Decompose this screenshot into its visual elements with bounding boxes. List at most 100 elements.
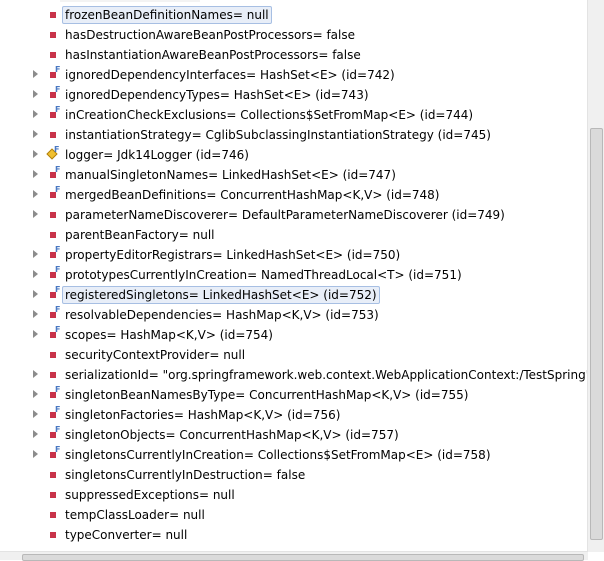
variables-tree[interactable]: frozenBeanDefinitionNames= null hasDestru… bbox=[0, 0, 588, 552]
tree-row[interactable]: FmergedBeanDefinitions= ConcurrentHashMa… bbox=[0, 184, 588, 204]
expand-arrow-icon[interactable] bbox=[33, 250, 38, 258]
variable-label: serializationId= "org.springframework.we… bbox=[65, 368, 588, 382]
tree-row[interactable]: FmanualSingletonNames= LinkedHashSet<E> … bbox=[0, 164, 588, 184]
private-final-field-icon: F bbox=[47, 426, 60, 440]
tree-row[interactable]: hasDestructionAwareBeanPostProcessors= f… bbox=[0, 24, 588, 44]
expand-arrow-icon[interactable] bbox=[33, 90, 38, 98]
variable-label: prototypesCurrentlyInCreation= NamedThre… bbox=[65, 268, 462, 282]
private-field-icon bbox=[47, 228, 59, 240]
private-final-field-icon: F bbox=[47, 106, 60, 120]
tree-row[interactable]: serializationId= "org.springframework.we… bbox=[0, 364, 588, 384]
private-final-field-icon: F bbox=[47, 406, 60, 420]
private-field-icon bbox=[47, 28, 59, 40]
tree-row[interactable]: FpropertyEditorRegistrars= LinkedHashSet… bbox=[0, 244, 588, 264]
tree-row[interactable]: Fscopes= HashMap<K,V> (id=754) bbox=[0, 324, 588, 344]
variable-label: hasInstantiationAwareBeanPostProcessors=… bbox=[65, 48, 361, 62]
variable-label: securityContextProvider= null bbox=[65, 348, 246, 362]
private-final-field-icon: F bbox=[47, 66, 60, 80]
private-field-icon bbox=[47, 468, 59, 480]
variable-label: propertyEditorRegistrars= LinkedHashSet<… bbox=[65, 248, 401, 262]
tree-row[interactable]: FregisteredSingletons= LinkedHashSet<E> … bbox=[0, 284, 588, 304]
tree-row[interactable]: parameterNameDiscoverer= DefaultParamete… bbox=[0, 204, 588, 224]
variable-label: singletonObjects= ConcurrentHashMap<K,V>… bbox=[65, 428, 399, 442]
horizontal-scrollbar[interactable] bbox=[0, 551, 588, 561]
private-field-icon bbox=[47, 508, 59, 520]
tree-row[interactable]: typeConverter= null bbox=[0, 524, 588, 544]
tree-row[interactable]: instantiationStrategy= CglibSubclassingI… bbox=[0, 124, 588, 144]
expand-arrow-icon[interactable] bbox=[33, 310, 38, 318]
tree-row[interactable]: parentBeanFactory= null bbox=[0, 224, 588, 244]
protected-final-field-icon: F bbox=[46, 146, 59, 160]
private-final-field-icon: F bbox=[47, 446, 60, 460]
variable-label: instantiationStrategy= CglibSubclassingI… bbox=[65, 128, 491, 142]
private-final-field-icon: F bbox=[47, 266, 60, 280]
expand-arrow-icon[interactable] bbox=[33, 150, 38, 158]
variable-label: ignoredDependencyTypes= HashSet<E> (id=7… bbox=[65, 88, 369, 102]
expand-arrow-icon[interactable] bbox=[33, 170, 38, 178]
private-field-icon bbox=[47, 488, 59, 500]
variable-label: singletonsCurrentlyInDestruction= false bbox=[65, 468, 306, 482]
variable-label: inCreationCheckExclusions= Collections$S… bbox=[65, 108, 474, 122]
vertical-scrollbar-thumb[interactable] bbox=[590, 128, 603, 540]
variable-label: singletonsCurrentlyInCreation= Collectio… bbox=[65, 448, 491, 462]
private-final-field-icon: F bbox=[47, 86, 60, 100]
tree-row[interactable]: FresolvableDependencies= HashMap<K,V> (i… bbox=[0, 304, 588, 324]
variable-label: singletonFactories= HashMap<K,V> (id=756… bbox=[65, 408, 341, 422]
expand-arrow-icon[interactable] bbox=[33, 330, 38, 338]
expand-arrow-icon[interactable] bbox=[33, 290, 38, 298]
private-field-icon bbox=[47, 48, 59, 60]
private-field-icon bbox=[47, 368, 59, 380]
variable-label: logger= Jdk14Logger (id=746) bbox=[65, 148, 249, 162]
private-final-field-icon: F bbox=[47, 186, 60, 200]
vertical-scrollbar[interactable] bbox=[587, 0, 604, 552]
tree-row[interactable]: FinCreationCheckExclusions= Collections$… bbox=[0, 104, 588, 124]
private-final-field-icon: F bbox=[47, 386, 60, 400]
tree-row[interactable]: FignoredDependencyTypes= HashSet<E> (id=… bbox=[0, 84, 588, 104]
tree-row[interactable]: suppressedExceptions= null bbox=[0, 484, 588, 504]
variable-label: suppressedExceptions= null bbox=[65, 488, 235, 502]
expand-arrow-icon[interactable] bbox=[33, 370, 38, 378]
tree-row[interactable]: FsingletonFactories= HashMap<K,V> (id=75… bbox=[0, 404, 588, 424]
variable-label: frozenBeanDefinitionNames= null bbox=[62, 6, 272, 24]
tree-row[interactable]: Flogger= Jdk14Logger (id=746) bbox=[0, 144, 588, 164]
tree-row[interactable]: frozenBeanDefinitionNames= null bbox=[0, 4, 588, 24]
variable-label: hasDestructionAwareBeanPostProcessors= f… bbox=[65, 28, 356, 42]
expand-arrow-icon[interactable] bbox=[33, 130, 38, 138]
tree-row[interactable]: FsingletonBeanNamesByType= ConcurrentHas… bbox=[0, 384, 588, 404]
variable-label: ignoredDependencyInterfaces= HashSet<E> … bbox=[65, 68, 395, 82]
private-final-field-icon: F bbox=[47, 286, 60, 300]
variable-label: registeredSingletons= LinkedHashSet<E> (… bbox=[62, 286, 380, 304]
private-final-field-icon: F bbox=[47, 306, 60, 320]
expand-arrow-icon[interactable] bbox=[33, 390, 38, 398]
private-field-icon bbox=[47, 8, 59, 20]
variable-label: manualSingletonNames= LinkedHashSet<E> (… bbox=[65, 168, 396, 182]
expand-arrow-icon[interactable] bbox=[33, 110, 38, 118]
tree-row[interactable]: FsingletonsCurrentlyInCreation= Collecti… bbox=[0, 444, 588, 464]
expand-arrow-icon[interactable] bbox=[33, 210, 38, 218]
expand-arrow-icon[interactable] bbox=[33, 410, 38, 418]
expand-arrow-icon[interactable] bbox=[33, 190, 38, 198]
private-final-field-icon: F bbox=[47, 326, 60, 340]
private-field-icon bbox=[47, 528, 59, 540]
tree-row[interactable]: FignoredDependencyInterfaces= HashSet<E>… bbox=[0, 64, 588, 84]
variable-label: tempClassLoader= null bbox=[65, 508, 205, 522]
tree-row[interactable]: hasInstantiationAwareBeanPostProcessors=… bbox=[0, 44, 588, 64]
private-field-icon bbox=[47, 208, 59, 220]
truncated-row-above bbox=[60, 0, 200, 2]
private-final-field-icon: F bbox=[47, 246, 60, 260]
tree-row[interactable]: tempClassLoader= null bbox=[0, 504, 588, 524]
expand-arrow-icon[interactable] bbox=[33, 430, 38, 438]
tree-row[interactable]: FsingletonObjects= ConcurrentHashMap<K,V… bbox=[0, 424, 588, 444]
tree-row[interactable]: FprototypesCurrentlyInCreation= NamedThr… bbox=[0, 264, 588, 284]
private-final-field-icon: F bbox=[47, 166, 60, 180]
expand-arrow-icon[interactable] bbox=[33, 270, 38, 278]
tree-row[interactable]: securityContextProvider= null bbox=[0, 344, 588, 364]
variable-label: mergedBeanDefinitions= ConcurrentHashMap… bbox=[65, 188, 440, 202]
variable-label: resolvableDependencies= HashMap<K,V> (id… bbox=[65, 308, 379, 322]
variable-label: scopes= HashMap<K,V> (id=754) bbox=[65, 328, 273, 342]
tree-row[interactable]: singletonsCurrentlyInDestruction= false bbox=[0, 464, 588, 484]
expand-arrow-icon[interactable] bbox=[33, 70, 38, 78]
expand-arrow-icon[interactable] bbox=[33, 450, 38, 458]
variable-label: parentBeanFactory= null bbox=[65, 228, 215, 242]
variable-label: typeConverter= null bbox=[65, 528, 188, 542]
